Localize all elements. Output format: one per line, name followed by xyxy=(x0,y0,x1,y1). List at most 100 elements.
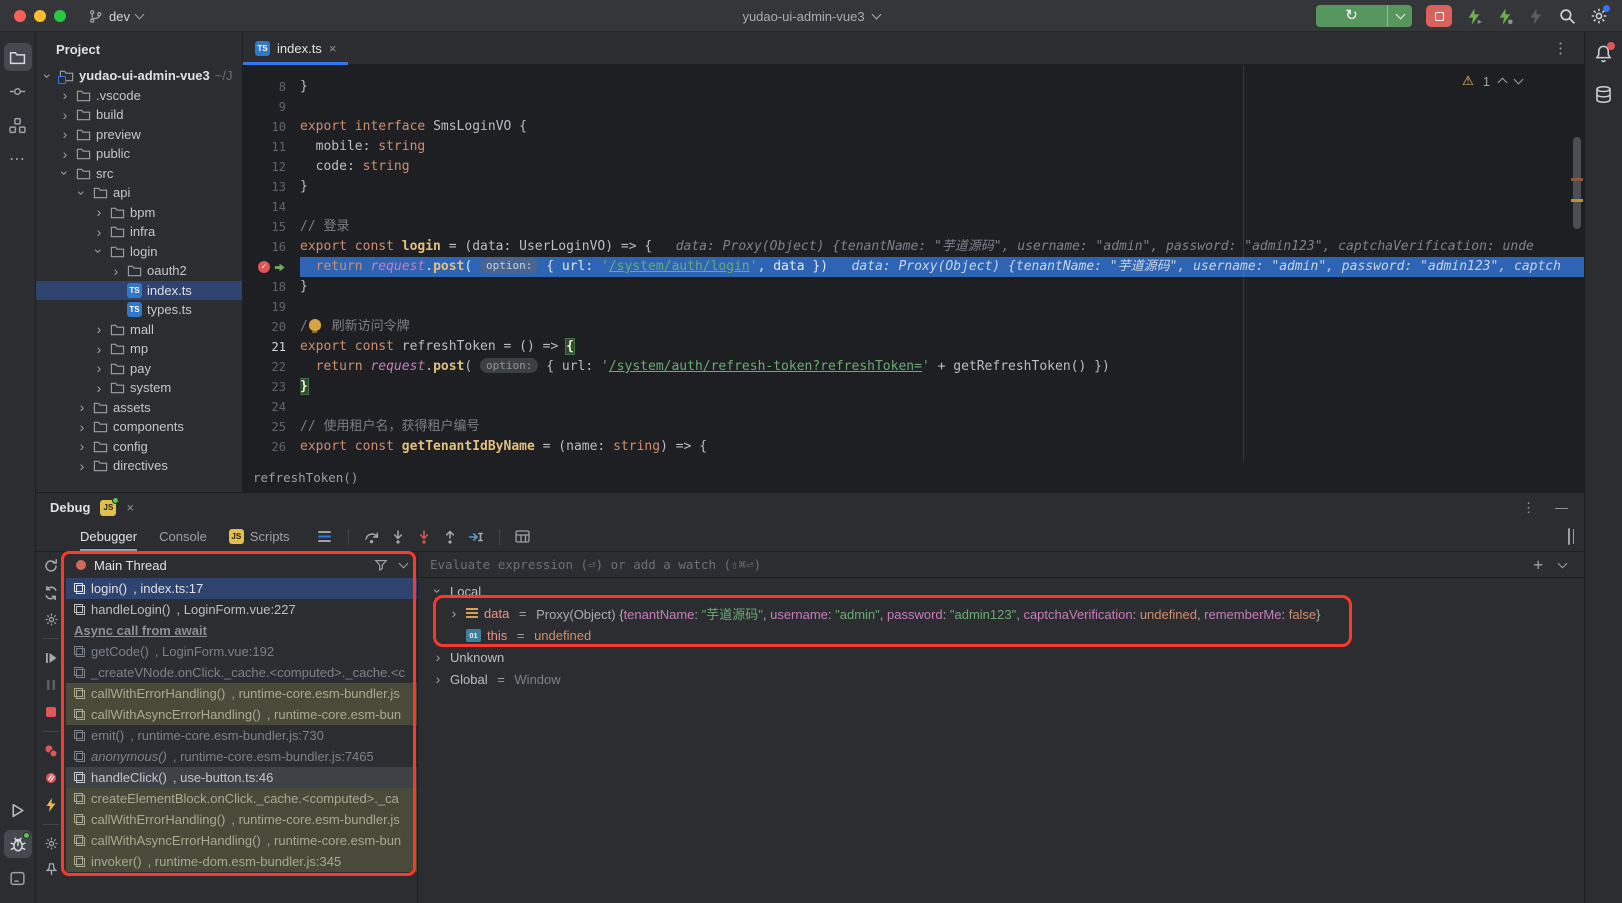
tree-item-bpm[interactable]: ›bpm xyxy=(36,203,242,223)
layout-options-icon[interactable] xyxy=(312,524,338,550)
gutter[interactable]: 23 xyxy=(243,377,300,397)
scrollbar-thumb[interactable] xyxy=(1573,137,1581,229)
frame-row[interactable]: handleLogin(), LoginForm.vue:227 xyxy=(66,599,417,620)
breakpoint-verified-icon[interactable]: ✓ xyxy=(258,261,270,273)
gutter[interactable]: 24 xyxy=(243,397,300,417)
tree-item-config[interactable]: ›config xyxy=(36,437,242,457)
tree-item-directives[interactable]: ›directives xyxy=(36,456,242,476)
code-line-17[interactable]: ✓ return request.post( option: { url: '/… xyxy=(243,257,1584,277)
code-line-21[interactable]: 21export const refreshToken = () => { xyxy=(243,337,1584,357)
frame-row[interactable]: createElementBlock.onClick._cache.<compu… xyxy=(66,788,417,809)
tree-item-mall[interactable]: ›mall xyxy=(36,320,242,340)
code-line-8[interactable]: 8} xyxy=(243,77,1584,97)
refresh-icon[interactable] xyxy=(43,585,59,601)
tree-item-components[interactable]: ›components xyxy=(36,417,242,437)
tree-item-pay[interactable]: ›pay xyxy=(36,359,242,379)
frame-row[interactable]: emit(), runtime-core.esm-bundler.js:730 xyxy=(66,725,417,746)
rerun-session-icon[interactable] xyxy=(43,558,59,574)
breadcrumb-item[interactable]: refreshToken() xyxy=(253,470,358,485)
sidebar-item-run[interactable] xyxy=(4,796,32,824)
variable-data[interactable]: › data = Proxy(Object) {tenantName: "芋道源… xyxy=(418,602,1584,624)
code-line-12[interactable]: 12 code: string xyxy=(243,157,1584,177)
step-into-icon[interactable] xyxy=(385,524,411,550)
resume-icon[interactable] xyxy=(43,650,59,666)
tree-item-build[interactable]: ›build xyxy=(36,105,242,125)
git-branch-widget[interactable]: dev xyxy=(88,0,143,32)
chevron-collapsed-icon[interactable]: › xyxy=(93,344,105,354)
chevron-collapsed-icon[interactable]: › xyxy=(93,227,105,237)
code-line-24[interactable]: 24 xyxy=(243,397,1584,417)
chevron-collapsed-icon[interactable]: › xyxy=(59,129,71,139)
gutter[interactable]: 15 xyxy=(243,217,300,237)
debug-settings-icon[interactable] xyxy=(44,836,59,851)
stop-session-icon[interactable] xyxy=(43,704,59,720)
frame-row[interactable]: handleClick(), use-button.ts:46 xyxy=(66,767,417,788)
threads-table-icon[interactable] xyxy=(510,524,536,550)
gutter[interactable]: 8 xyxy=(243,77,300,97)
hide-tool-window-icon[interactable]: — xyxy=(1555,500,1568,515)
gutter[interactable]: 26 xyxy=(243,437,300,457)
intention-bulb-icon[interactable] xyxy=(309,319,321,331)
chevron-collapsed-icon[interactable]: › xyxy=(93,383,105,393)
code-line-14[interactable]: 14 xyxy=(243,197,1584,217)
settings-button[interactable] xyxy=(1590,7,1608,25)
inspections-widget[interactable]: ⚠ 1 xyxy=(1462,73,1522,89)
chevron-expanded-icon[interactable]: › xyxy=(433,585,443,597)
code-line-20[interactable]: 20/ 刷新访问令牌 xyxy=(243,317,1584,337)
editor-options-kebab-icon[interactable]: ⋮ xyxy=(1553,39,1568,57)
database-icon[interactable] xyxy=(1594,85,1613,104)
code-line-18[interactable]: 18} xyxy=(243,277,1584,297)
frame-row[interactable]: callWithAsyncErrorHandling(), runtime-co… xyxy=(66,830,417,851)
filter-funnel-icon[interactable] xyxy=(374,558,388,572)
code-line-11[interactable]: 11 mobile: string xyxy=(243,137,1584,157)
tree-item-infra[interactable]: ›infra xyxy=(36,222,242,242)
frame-row[interactable]: _createVNode.onClick._cache.<computed>._… xyxy=(66,662,417,683)
chevron-collapsed-icon[interactable]: › xyxy=(93,207,105,217)
tree-item-types.ts[interactable]: TStypes.ts xyxy=(36,300,242,320)
mute-breakpoints-icon[interactable] xyxy=(43,770,59,786)
stop-button[interactable] xyxy=(1426,5,1452,27)
pin-icon[interactable] xyxy=(44,862,59,877)
tree-item-preview[interactable]: ›preview xyxy=(36,125,242,145)
chevron-collapsed-icon[interactable]: › xyxy=(448,608,460,618)
chevron-collapsed-icon[interactable]: › xyxy=(432,652,444,662)
code-line-10[interactable]: 10export interface SmsLoginVO { xyxy=(243,117,1584,137)
code-line-19[interactable]: 19 xyxy=(243,297,1584,317)
chevron-collapsed-icon[interactable]: › xyxy=(93,363,105,373)
tree-item-login[interactable]: ›login xyxy=(36,242,242,262)
gutter[interactable]: 21 xyxy=(243,337,300,357)
code-line-9[interactable]: 9 xyxy=(243,97,1584,117)
chevron-expanded-icon[interactable]: › xyxy=(43,70,53,82)
mac-minimize-button[interactable] xyxy=(34,10,46,22)
code-area[interactable]: 8}910export interface SmsLoginVO {11 mob… xyxy=(243,65,1584,462)
code-line-13[interactable]: 13} xyxy=(243,177,1584,197)
tree-item-yudao-ui-admin-vue3[interactable]: ›yudao-ui-admin-vue3~/J xyxy=(36,66,242,86)
quick-run-icon[interactable] xyxy=(1466,8,1483,25)
gutter[interactable]: 14 xyxy=(243,197,300,217)
tree-item-.vscode[interactable]: ›.vscode xyxy=(36,86,242,106)
tab-scripts[interactable]: JSScripts xyxy=(229,522,290,552)
settings-gear-icon[interactable] xyxy=(44,612,59,627)
gutter[interactable]: ✓ xyxy=(243,257,300,277)
run-config-dropdown-icon[interactable] xyxy=(1388,14,1412,18)
sidebar-item-more[interactable]: ⋯ xyxy=(4,145,32,173)
quick-action-disabled-icon[interactable] xyxy=(1528,8,1545,25)
sidebar-item-commit[interactable] xyxy=(4,77,32,105)
chevron-expanded-icon[interactable]: › xyxy=(94,245,104,257)
tab-console[interactable]: Console xyxy=(159,522,207,552)
sidebar-item-structure[interactable] xyxy=(4,111,32,139)
chevron-expanded-icon[interactable]: › xyxy=(60,167,70,179)
scope-local[interactable]: › Local xyxy=(418,580,1584,602)
tree-item-oauth2[interactable]: ›oauth2 xyxy=(36,261,242,281)
tab-index-ts[interactable]: TS index.ts × xyxy=(243,32,348,65)
sidebar-item-project[interactable] xyxy=(4,43,32,71)
frame-row[interactable]: login(), index.ts:17 xyxy=(66,578,417,599)
gutter[interactable]: 13 xyxy=(243,177,300,197)
quick-debug-icon[interactable] xyxy=(1497,8,1514,25)
chevron-collapsed-icon[interactable]: › xyxy=(432,674,444,684)
gutter[interactable]: 16 xyxy=(243,237,300,257)
editor-scrollbar[interactable] xyxy=(1570,65,1584,462)
tree-item-mp[interactable]: ›mp xyxy=(36,339,242,359)
thread-header[interactable]: Main Thread xyxy=(66,552,417,578)
close-session-icon[interactable]: × xyxy=(126,500,134,515)
